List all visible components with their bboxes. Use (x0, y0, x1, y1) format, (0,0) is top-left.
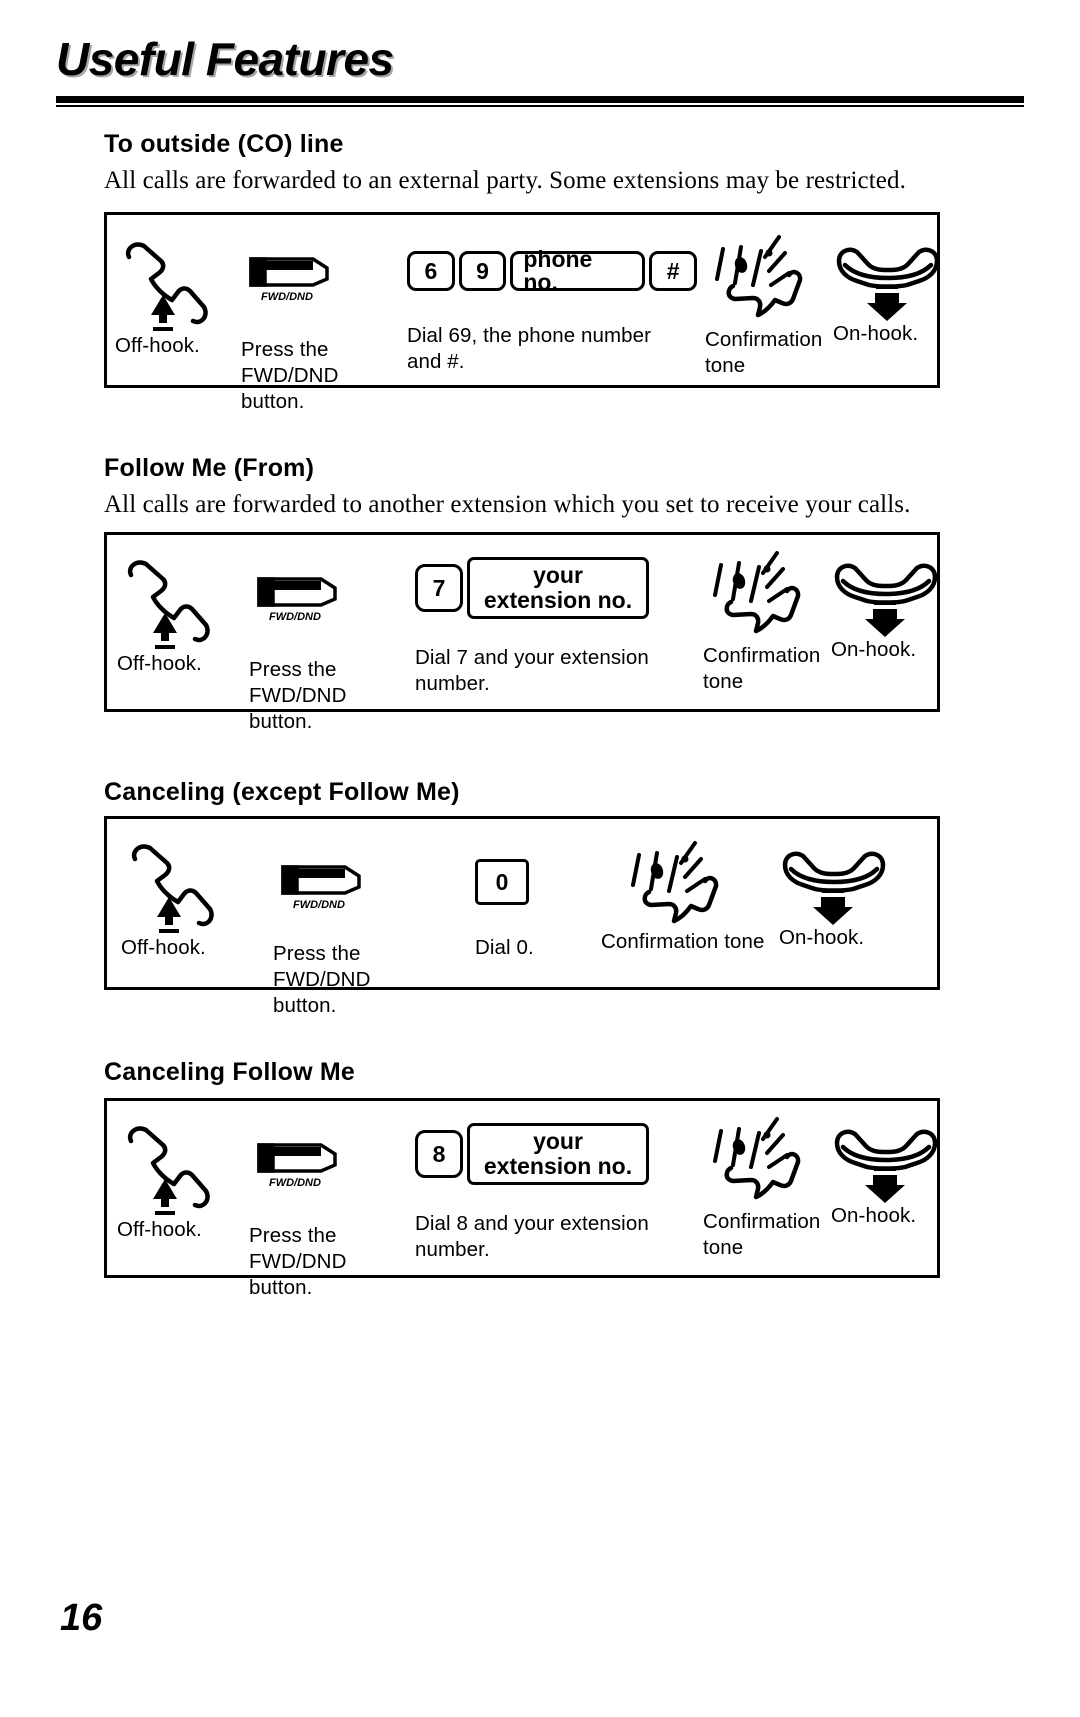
key-line-2: extension no. (483, 1153, 633, 1179)
confirmation-tone-icon (705, 227, 815, 319)
step-label: Off-hook. (121, 936, 206, 959)
step-label: On-hook. (833, 322, 919, 345)
key-hash[interactable]: # (649, 251, 698, 291)
step-confirmation-tone: Confirmation tone (705, 227, 835, 379)
section-heading-canceling-follow-me: Canceling Follow Me (104, 1058, 356, 1086)
key-your-extension-no[interactable]: your extension no. (467, 1123, 649, 1185)
diagram-box-follow-me: Off-hook. FWD/DND Press the FWD/DND butt… (104, 532, 940, 733)
step-label: Confirmation tone (703, 644, 821, 693)
step-dial-keys: 0 Dial 0. (475, 859, 615, 961)
key-phone-no[interactable]: phone no. (510, 248, 646, 294)
key-your-extension-no[interactable]: your extension no. (467, 557, 649, 619)
step-press-fwd-dnd: FWD/DND Press the FWD/DND button. (249, 569, 409, 735)
fwd-dnd-button-icon: FWD/DND (241, 249, 351, 307)
offhook-handset-icon (115, 237, 225, 331)
fwd-dnd-button-text: FWD/DND (269, 611, 321, 623)
step-label: Press the FWD/DND button. (241, 338, 339, 413)
step-off-hook: Off-hook. (121, 839, 241, 961)
key-6[interactable]: 6 (407, 251, 455, 291)
fwd-dnd-button-icon: FWD/DND (249, 1135, 359, 1193)
step-label: Confirmation tone (705, 328, 823, 377)
step-confirmation-tone: Confirmation tone (703, 543, 833, 695)
key-line-1: your (533, 1128, 583, 1155)
divider-thin-line (56, 105, 1024, 107)
key-0[interactable]: 0 (475, 859, 529, 905)
step-press-fwd-dnd: FWD/DND Press the FWD/DND button. (273, 857, 433, 1019)
diagram-box-canceling-follow-me: Off-hook. FWD/DND Press the FWD/DND butt… (104, 1098, 940, 1299)
onhook-handset-icon (831, 557, 941, 637)
key-line-1: your (533, 562, 583, 589)
offhook-handset-icon (117, 555, 227, 649)
step-label: On-hook. (779, 926, 865, 949)
offhook-handset-icon (117, 1121, 227, 1215)
confirmation-tone-icon (621, 833, 731, 925)
page-number: 16 (60, 1597, 103, 1639)
key-7[interactable]: 7 (415, 564, 463, 612)
offhook-handset-icon (121, 839, 231, 933)
step-label: Dial 69, the phone number and #. (407, 324, 652, 373)
step-label: Dial 0. (475, 936, 534, 959)
step-label: Dial 7 and your extension number. (415, 646, 649, 695)
step-label: Press the FWD/DND button. (273, 942, 371, 1017)
fwd-dnd-button-text: FWD/DND (261, 291, 313, 303)
dial-keys-icon: 6 9 phone no. # (407, 248, 698, 294)
step-press-fwd-dnd: FWD/DND Press the FWD/DND button. (241, 249, 401, 415)
step-label: Press the FWD/DND button. (249, 658, 347, 733)
step-on-hook: On-hook. (831, 557, 951, 663)
step-label: On-hook. (831, 1204, 917, 1227)
fwd-dnd-button-text: FWD/DND (293, 899, 345, 911)
fwd-dnd-button-icon: FWD/DND (249, 569, 359, 627)
section-heading-co-line: To outside (CO) line (104, 130, 344, 158)
key-line-2: extension no. (483, 587, 633, 613)
step-on-hook: On-hook. (831, 1123, 951, 1229)
page-title: Useful Features (56, 33, 394, 85)
step-label: Press the FWD/DND button. (249, 1224, 347, 1299)
step-label: On-hook. (831, 638, 917, 661)
dial-keys-icon: 0 (475, 859, 615, 905)
step-label: Off-hook. (117, 1218, 202, 1241)
step-off-hook: Off-hook. (115, 237, 235, 359)
step-dial-keys: 6 9 phone no. # Dial 69, the phone numbe… (407, 248, 698, 375)
step-label: Dial 8 and your extension number. (415, 1212, 649, 1261)
dial-keys-icon: 8 your extension no. (415, 1123, 705, 1185)
confirmation-tone-icon (703, 543, 813, 635)
step-confirmation-tone: Confirmation tone (703, 1109, 833, 1261)
confirmation-tone-icon (703, 1109, 813, 1201)
diagram-box-canceling: Off-hook. FWD/DND Press the FWD/DND butt… (104, 816, 940, 1017)
section-intro-follow-me: All calls are forwarded to another exten… (104, 491, 911, 518)
onhook-handset-icon (779, 845, 889, 925)
diagram-box-co-line: Off-hook. FWD/DND Press the FWD/DND butt… (104, 212, 940, 413)
step-press-fwd-dnd: FWD/DND Press the FWD/DND button. (249, 1135, 409, 1301)
onhook-handset-icon (831, 1123, 941, 1203)
step-dial-keys: 7 your extension no. Dial 7 and your ext… (415, 557, 705, 697)
step-off-hook: Off-hook. (117, 555, 237, 677)
fwd-dnd-button-text: FWD/DND (269, 1177, 321, 1189)
step-dial-keys: 8 your extension no. Dial 8 and your ext… (415, 1123, 705, 1263)
onhook-handset-icon (833, 241, 943, 321)
title-divider (56, 96, 1024, 107)
divider-thick-line (56, 96, 1024, 103)
section-heading-follow-me: Follow Me (From) (104, 454, 315, 482)
key-8[interactable]: 8 (415, 1130, 463, 1178)
step-label: Off-hook. (115, 334, 200, 357)
key-9[interactable]: 9 (458, 251, 507, 291)
section-intro-co-line: All calls are forwarded to an external p… (104, 167, 906, 194)
step-label: Confirmation tone (601, 930, 765, 953)
step-label: Off-hook. (117, 652, 202, 675)
step-label: Confirmation tone (703, 1210, 821, 1259)
step-confirmation-tone: Confirmation tone (601, 833, 781, 955)
step-on-hook: On-hook. (833, 241, 953, 347)
dial-keys-icon: 7 your extension no. (415, 557, 705, 619)
step-on-hook: On-hook. (779, 845, 899, 951)
manual-page: Useful Features To outside (CO) line All… (0, 0, 1080, 1717)
section-heading-canceling: Canceling (except Follow Me) (104, 778, 460, 806)
step-off-hook: Off-hook. (117, 1121, 237, 1243)
fwd-dnd-button-icon: FWD/DND (273, 857, 383, 915)
